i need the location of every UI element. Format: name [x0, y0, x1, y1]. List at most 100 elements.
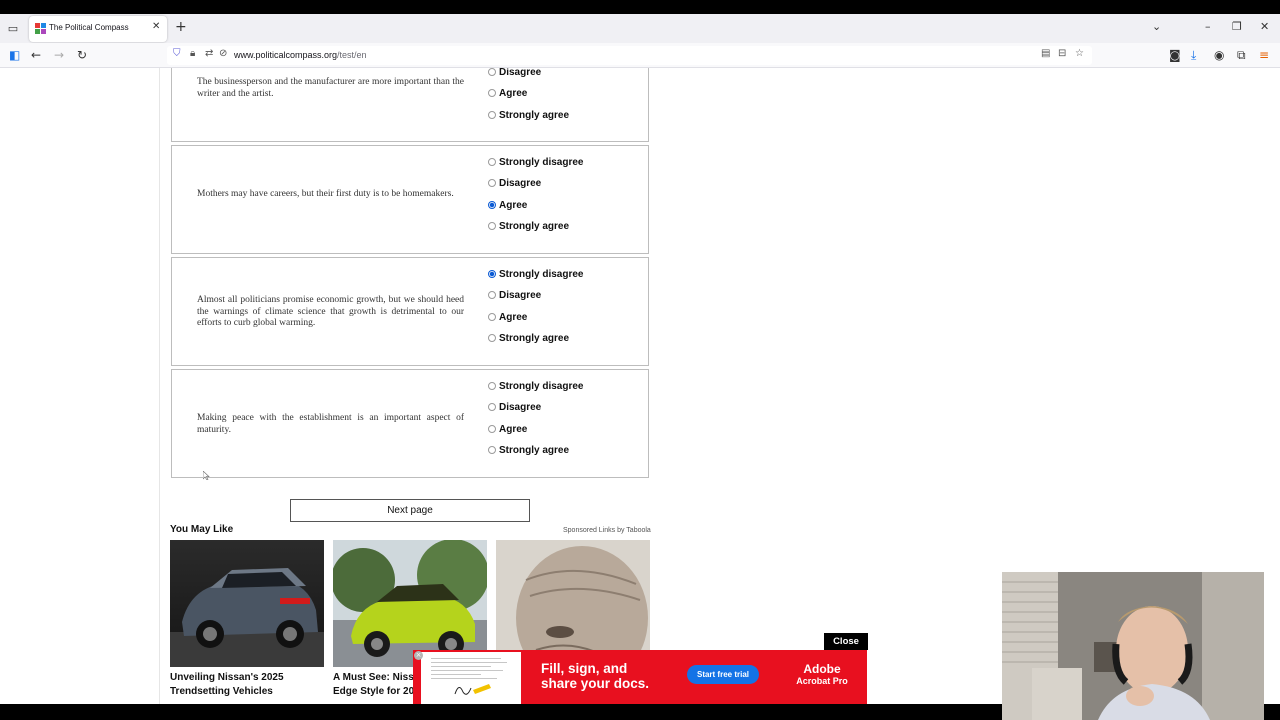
- option-label: Strongly agree: [499, 332, 570, 344]
- radio-button[interactable]: [488, 179, 496, 187]
- tab-title: The Political Compass: [49, 23, 129, 32]
- tab-list-icon[interactable]: ▭: [6, 22, 20, 35]
- close-window-icon[interactable]: ✕: [1260, 20, 1269, 33]
- question-text: Almost all politicians promise economic …: [197, 295, 464, 328]
- hamburger-menu-icon[interactable]: ≡: [1259, 47, 1269, 63]
- card-image-nissan-suv[interactable]: [170, 540, 324, 667]
- extensions-icon[interactable]: ⧉: [1237, 47, 1246, 63]
- question-card: Mothers may have careers, but their firs…: [171, 145, 649, 254]
- chevron-down-icon[interactable]: ⌄: [1152, 20, 1161, 33]
- option-disagree[interactable]: Disagree: [488, 68, 541, 79]
- nav-bar: ◧ ← → ↻ ⛉ 🔒︎ ⇄ ⊘ www.politicalcompass.or…: [0, 43, 1280, 68]
- option-agree[interactable]: Agree: [488, 198, 527, 212]
- card-caption[interactable]: Unveiling Nissan's 2025 Trendsetting Veh…: [170, 671, 324, 699]
- close-icon[interactable]: ×: [414, 651, 423, 660]
- ad-brand-line: Adobe: [803, 662, 841, 676]
- restore-icon[interactable]: ❐: [1232, 20, 1242, 33]
- radio-button[interactable]: [488, 111, 496, 119]
- question-text: The businessperson and the manufacturer …: [197, 77, 464, 99]
- option-label: Agree: [499, 311, 528, 323]
- plus-icon[interactable]: +: [175, 19, 187, 35]
- question-card: The businessperson and the manufacturer …: [171, 68, 649, 142]
- ad-headline: Fill, sign, and share your docs.: [541, 661, 649, 691]
- card-caption-line: A Must See: Niss: [333, 672, 413, 683]
- adobe-acrobat-logo: Adobe Acrobat Pro: [790, 663, 854, 687]
- radio-button[interactable]: [488, 425, 496, 433]
- sponsored-links-label[interactable]: Sponsored Links by Taboola: [563, 527, 651, 534]
- radio-button[interactable]: [488, 89, 496, 97]
- option-disagree[interactable]: Disagree: [488, 288, 541, 302]
- card-caption-line: Edge Style for 20: [333, 686, 413, 697]
- lock-icon[interactable]: 🔒︎: [190, 48, 195, 59]
- radio-button[interactable]: [488, 334, 496, 342]
- ad-headline-line: Fill, sign, and: [541, 661, 628, 676]
- radio-button[interactable]: [488, 403, 496, 411]
- option-label: Disagree: [499, 289, 542, 301]
- radio-button[interactable]: [488, 446, 496, 454]
- site-favicon-icon: [35, 23, 46, 34]
- option-agree[interactable]: Agree: [488, 86, 527, 100]
- ad-headline-line: share your docs.: [541, 676, 650, 691]
- radio-button[interactable]: [488, 291, 496, 299]
- url-domain: www.politicalcompass.org: [234, 50, 338, 60]
- option-label: Strongly disagree: [499, 268, 584, 280]
- save-page-icon[interactable]: ⊟: [1058, 48, 1066, 59]
- option-disagree[interactable]: Disagree: [488, 176, 541, 190]
- star-icon[interactable]: ☆: [1075, 48, 1084, 59]
- radio-button[interactable]: [488, 382, 496, 390]
- option-strongly-disagree[interactable]: Strongly disagree: [488, 155, 583, 169]
- radio-button[interactable]: [488, 313, 496, 321]
- shield-icon[interactable]: ⛉: [173, 48, 181, 59]
- camera-icon[interactable]: ◙: [1169, 47, 1181, 63]
- url-text[interactable]: www.politicalcompass.org/test/en: [234, 50, 367, 60]
- option-strongly-agree[interactable]: Strongly agree: [488, 219, 569, 233]
- question-text: Making peace with the establishment is a…: [197, 413, 464, 435]
- option-strongly-agree[interactable]: Strongly agree: [488, 443, 569, 457]
- question-text: Mothers may have careers, but their firs…: [197, 189, 454, 199]
- card-image-portrait[interactable]: [496, 540, 650, 667]
- radio-button-selected[interactable]: [488, 201, 496, 209]
- close-ad-button[interactable]: Close: [824, 633, 868, 650]
- option-label: Agree: [499, 199, 528, 211]
- option-strongly-disagree[interactable]: Strongly disagree: [488, 379, 583, 393]
- permissions-icon[interactable]: ⇄: [205, 48, 213, 59]
- url-bar[interactable]: ⛉ 🔒︎ ⇄ ⊘ www.politicalcompass.org/test/e…: [167, 46, 1092, 65]
- radio-button-selected[interactable]: [488, 270, 496, 278]
- next-page-button[interactable]: Next page: [290, 499, 530, 522]
- start-free-trial-button[interactable]: Start free trial: [687, 665, 759, 684]
- tab-political-compass[interactable]: The Political Compass ✕: [29, 16, 167, 42]
- option-label: Strongly agree: [499, 109, 570, 121]
- url-path: /test/en: [337, 50, 367, 60]
- forward-arrow-icon[interactable]: →: [54, 47, 64, 63]
- card-image-nissan-lime-suv[interactable]: [333, 540, 487, 667]
- close-icon[interactable]: ✕: [152, 21, 160, 32]
- back-arrow-icon[interactable]: ←: [31, 47, 41, 63]
- minimize-icon[interactable]: –: [1205, 20, 1211, 33]
- option-label: Strongly agree: [499, 220, 570, 232]
- content-divider: [159, 68, 160, 704]
- mouse-cursor-icon: [203, 471, 210, 480]
- option-strongly-disagree[interactable]: Strongly disagree: [488, 267, 583, 281]
- tracking-icon[interactable]: ⊘: [219, 48, 227, 59]
- option-strongly-agree[interactable]: Strongly agree: [488, 331, 569, 345]
- radio-button[interactable]: [488, 68, 496, 76]
- option-disagree[interactable]: Disagree: [488, 400, 541, 414]
- firefox-view-icon[interactable]: ◧: [9, 47, 20, 63]
- question-card: Almost all politicians promise economic …: [171, 257, 649, 366]
- account-icon[interactable]: ◉: [1214, 47, 1224, 63]
- adobe-ad-banner[interactable]: × Fill, sign, and share your docs. Start…: [413, 650, 867, 704]
- option-strongly-agree[interactable]: Strongly agree: [488, 108, 569, 122]
- download-icon[interactable]: ⤓: [1191, 47, 1196, 63]
- reader-view-icon[interactable]: ▤: [1041, 48, 1050, 59]
- card-caption[interactable]: A Must See: Niss Edge Style for 20: [333, 671, 413, 699]
- radio-button[interactable]: [488, 158, 496, 166]
- radio-button[interactable]: [488, 222, 496, 230]
- card-caption-line: Unveiling Nissan's 2025: [170, 672, 284, 683]
- option-label: Agree: [499, 423, 528, 435]
- option-agree[interactable]: Agree: [488, 310, 527, 324]
- card-caption-line: Trendsetting Vehicles: [170, 686, 273, 697]
- option-agree[interactable]: Agree: [488, 422, 527, 436]
- reload-icon[interactable]: ↻: [77, 47, 87, 63]
- screen: ▭ The Political Compass ✕ + ⌄ – ❐ ✕ ◧ ← …: [0, 0, 1280, 720]
- tab-bar: ▭ The Political Compass ✕ + ⌄ – ❐ ✕: [0, 14, 1280, 43]
